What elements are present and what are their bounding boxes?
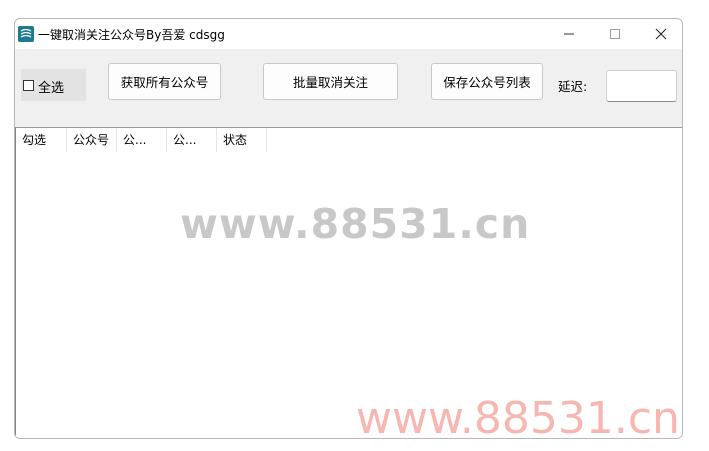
close-icon xyxy=(655,28,667,40)
minimize-icon xyxy=(564,33,574,35)
batch-unfollow-button[interactable]: 批量取消关注 xyxy=(263,63,398,100)
column-header-status[interactable]: 状态 xyxy=(217,128,267,152)
save-account-list-button[interactable]: 保存公众号列表 xyxy=(431,63,543,100)
column-header-col4[interactable]: 公... xyxy=(167,128,217,152)
toolbar: 全选 获取所有公众号 批量取消关注 保存公众号列表 延迟: xyxy=(15,49,682,127)
maximize-icon xyxy=(610,29,620,39)
column-header-col3[interactable]: 公... xyxy=(117,128,167,152)
close-button[interactable] xyxy=(638,19,682,49)
app-icon xyxy=(18,26,34,42)
watermark-corner: www.88531.cn xyxy=(356,393,680,444)
watermark-center: www.88531.cn xyxy=(180,200,531,248)
select-all-group[interactable]: 全选 xyxy=(21,69,86,101)
window-title: 一键取消关注公众号By吾爱 cdsgg xyxy=(38,28,225,42)
delay-input[interactable] xyxy=(606,70,677,102)
fetch-all-accounts-button[interactable]: 获取所有公众号 xyxy=(108,63,221,100)
column-header-check[interactable]: 勾选 xyxy=(16,128,67,152)
column-header-account[interactable]: 公众号 xyxy=(67,128,117,152)
list-header: 勾选 公众号 公... 公... 状态 xyxy=(16,128,682,152)
select-all-checkbox[interactable] xyxy=(23,80,34,91)
select-all-label[interactable]: 全选 xyxy=(38,77,64,96)
minimize-button[interactable] xyxy=(546,19,592,49)
maximize-button[interactable] xyxy=(592,19,638,49)
delay-label: 延迟: xyxy=(558,79,588,94)
account-list[interactable]: 勾选 公众号 公... 公... 状态 xyxy=(15,127,682,438)
title-bar[interactable]: 一键取消关注公众号By吾爱 cdsgg xyxy=(15,19,682,49)
